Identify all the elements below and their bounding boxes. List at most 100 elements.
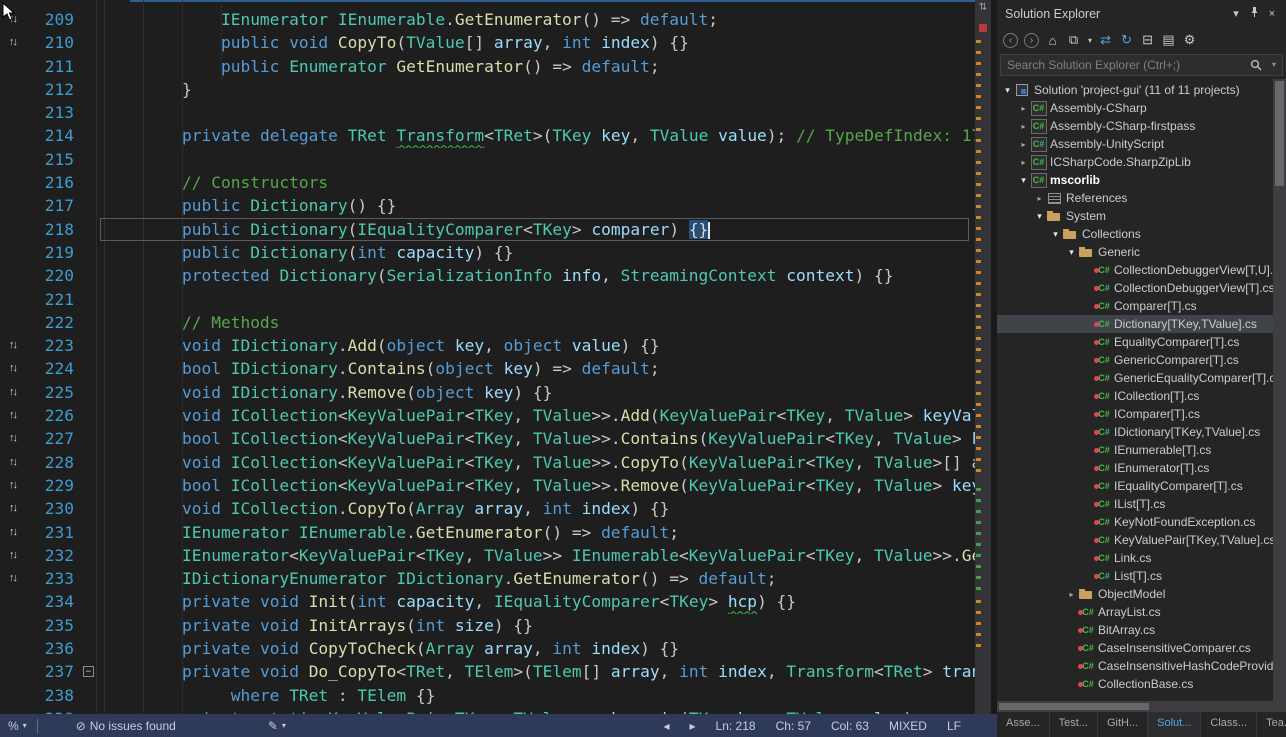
tree-item-dictionary-tkey-tvalue-cs[interactable]: C#Dictionary[TKey,TValue].cs [997, 315, 1286, 333]
code-line-234[interactable]: 234 private void Init(int capacity, IEqu… [0, 590, 975, 613]
tree-item-caseinsensitivecomparer-cs[interactable]: C#CaseInsensitiveComparer.cs [997, 639, 1286, 657]
pin-icon[interactable] [1245, 6, 1263, 21]
implements-interface-icon[interactable]: ↑↓ [0, 334, 25, 357]
tree-item-references[interactable]: ▸References [997, 189, 1286, 207]
line-number[interactable]: 218 [25, 218, 80, 241]
code-line-216[interactable]: 216 // Constructors [0, 171, 975, 194]
expander-collapsed-icon[interactable]: ▸ [1065, 590, 1078, 599]
tool-window-tab-test[interactable]: Test... [1050, 712, 1098, 737]
splitter-grip-icon[interactable]: ⇅ [975, 2, 991, 14]
tree-item-ilist-t-cs[interactable]: C#IList[T].cs [997, 495, 1286, 513]
refresh-button[interactable]: ↻ [1119, 32, 1134, 48]
tree-item-solution-project-gui-11-of-11-projects[interactable]: ▾Solution 'project-gui' (11 of 11 projec… [997, 81, 1286, 99]
line-number[interactable]: 234 [25, 590, 80, 613]
line-number[interactable]: 227 [25, 427, 80, 450]
expander-expanded-icon[interactable]: ▾ [1033, 211, 1046, 222]
tree-item-mscorlib[interactable]: ▾C#mscorlib [997, 171, 1286, 189]
implements-interface-icon[interactable]: ↑↓ [0, 544, 25, 567]
code-line-233[interactable]: ↑↓233 IDictionaryEnumerator IDictionary.… [0, 567, 975, 590]
code-line-231[interactable]: ↑↓231 IEnumerator IEnumerable.GetEnumera… [0, 521, 975, 544]
tree-item-icollection-t-cs[interactable]: C#ICollection[T].cs [997, 387, 1286, 405]
code-line-222[interactable]: 222 // Methods [0, 311, 975, 334]
tree-item-assembly-csharp-firstpass[interactable]: ▸C#Assembly-CSharp-firstpass [997, 117, 1286, 135]
tree-item-bitarray-cs[interactable]: C#BitArray.cs [997, 621, 1286, 639]
line-ending-indicator[interactable]: LF [947, 719, 961, 733]
tree-item-collectionbase-cs[interactable]: C#CollectionBase.cs [997, 675, 1286, 693]
implements-interface-icon[interactable]: ↑↓ [0, 381, 25, 404]
tree-item-arraylist-cs[interactable]: C#ArrayList.cs [997, 603, 1286, 621]
line-number[interactable]: 236 [25, 637, 80, 660]
code-line-229[interactable]: ↑↓229 bool ICollection<KeyValuePair<TKey… [0, 474, 975, 497]
code-line-220[interactable]: 220 protected Dictionary(SerializationIn… [0, 264, 975, 287]
code-line-227[interactable]: ↑↓227 bool ICollection<KeyValuePair<TKey… [0, 427, 975, 450]
tree-item-icsharpcode-sharpziplib[interactable]: ▸C#ICSharpCode.SharpZipLib [997, 153, 1286, 171]
home-button[interactable]: ⌂ [1045, 32, 1060, 48]
code-line-235[interactable]: 235 private void InitArrays(int size) {} [0, 614, 975, 637]
tool-window-tab-tea[interactable]: Tea... [1257, 712, 1286, 737]
tree-item-caseinsensitivehashcodeprovider-cs[interactable]: C#CaseInsensitiveHashCodeProvider.cs [997, 657, 1286, 675]
tree-item-keyvaluepair-tkey-tvalue-cs[interactable]: C#KeyValuePair[TKey,TValue].cs [997, 531, 1286, 549]
tool-window-tab-asse[interactable]: Asse... [997, 712, 1050, 737]
implements-interface-icon[interactable]: ↑↓ [0, 427, 25, 450]
tree-item-collections[interactable]: ▾Collections [997, 225, 1286, 243]
line-number[interactable]: 213 [25, 101, 80, 124]
line-number[interactable]: 233 [25, 567, 80, 590]
tree-item-assembly-unityscript[interactable]: ▸C#Assembly-UnityScript [997, 135, 1286, 153]
line-number[interactable]: 239 [25, 707, 80, 714]
line-number[interactable]: 215 [25, 148, 80, 171]
tree-item-idictionary-tkey-tvalue-cs[interactable]: C#IDictionary[TKey,TValue].cs [997, 423, 1286, 441]
code-line-223[interactable]: ↑↓223 void IDictionary.Add(object key, o… [0, 334, 975, 357]
switch-views-button[interactable]: ⧉ [1066, 32, 1081, 48]
line-number[interactable]: 225 [25, 381, 80, 404]
window-menu-icon[interactable]: ▾ [1227, 7, 1245, 20]
tool-window-tab-gith[interactable]: GitH... [1098, 712, 1148, 737]
tree-horizontal-scrollbar[interactable] [997, 701, 1286, 712]
line-number[interactable]: 235 [25, 614, 80, 637]
line-number[interactable]: 216 [25, 171, 80, 194]
implements-interface-icon[interactable]: ↑↓ [0, 357, 25, 380]
code-line-226[interactable]: ↑↓226 void ICollection<KeyValuePair<TKey… [0, 404, 975, 427]
line-number[interactable]: 210 [25, 31, 80, 54]
tree-item-link-cs[interactable]: C#Link.cs [997, 549, 1286, 567]
code-editor[interactable]: ↑↓209 IEnumerator IEnumerable.GetEnumera… [0, 0, 991, 714]
code-line-215[interactable]: 215 [0, 148, 975, 171]
navigate-forward-button[interactable]: › [1024, 33, 1039, 48]
properties-button[interactable]: ⚙ [1182, 32, 1197, 48]
code-line-211[interactable]: 211 public Enumerator GetEnumerator() =>… [0, 55, 975, 78]
line-indicator[interactable]: Ln: 218 [716, 719, 756, 733]
line-number[interactable]: 228 [25, 451, 80, 474]
implements-interface-icon[interactable]: ↑↓ [0, 451, 25, 474]
chevron-down-icon[interactable]: ▾ [1088, 36, 1092, 45]
expander-collapsed-icon[interactable]: ▸ [1017, 140, 1030, 149]
code-line-225[interactable]: ↑↓225 void IDictionary.Remove(object key… [0, 381, 975, 404]
code-line-219[interactable]: 219 public Dictionary(int capacity) {} [0, 241, 975, 264]
implements-interface-icon[interactable]: ↑↓ [0, 521, 25, 544]
tree-item-equalitycomparer-t-cs[interactable]: C#EqualityComparer[T].cs [997, 333, 1286, 351]
expander-expanded-icon[interactable]: ▾ [1017, 175, 1030, 186]
line-number[interactable]: 237 [25, 660, 80, 683]
expander-collapsed-icon[interactable]: ▸ [1017, 104, 1030, 113]
line-number[interactable]: 238 [25, 684, 80, 707]
navigate-back-button[interactable]: ‹ [1003, 33, 1018, 48]
line-number[interactable]: 217 [25, 194, 80, 217]
line-number[interactable]: 222 [25, 311, 80, 334]
zoom-control[interactable]: % ▾ [8, 719, 27, 733]
code-line-221[interactable]: 221 [0, 288, 975, 311]
line-number[interactable]: 220 [25, 264, 80, 287]
tree-item-list-t-cs[interactable]: C#List[T].cs [997, 567, 1286, 585]
implements-interface-icon[interactable]: ↑↓ [0, 567, 25, 590]
tree-item-collectiondebuggerview-t-cs[interactable]: C#CollectionDebuggerView[T].cs [997, 279, 1286, 297]
expander-expanded-icon[interactable]: ▾ [1001, 85, 1014, 96]
code-line-213[interactable]: 213 [0, 101, 975, 124]
column-indicator[interactable]: Col: 63 [831, 719, 869, 733]
edit-mode-control[interactable]: ✎ ▾ [268, 719, 286, 733]
code-line-239[interactable]: 239 private static KeyValuePair<TKey, TV… [0, 707, 975, 714]
line-number[interactable]: 231 [25, 521, 80, 544]
nav-right-icon[interactable]: ▸ [690, 719, 696, 733]
editor-scrollbar[interactable]: ⇅ [975, 0, 991, 714]
implements-interface-icon[interactable]: ↑↓ [0, 474, 25, 497]
search-icon[interactable] [1250, 59, 1262, 71]
line-number[interactable]: 209 [25, 8, 80, 31]
code-line-209[interactable]: ↑↓209 IEnumerator IEnumerable.GetEnumera… [0, 8, 975, 31]
indentation-indicator[interactable]: MIXED [889, 719, 927, 733]
